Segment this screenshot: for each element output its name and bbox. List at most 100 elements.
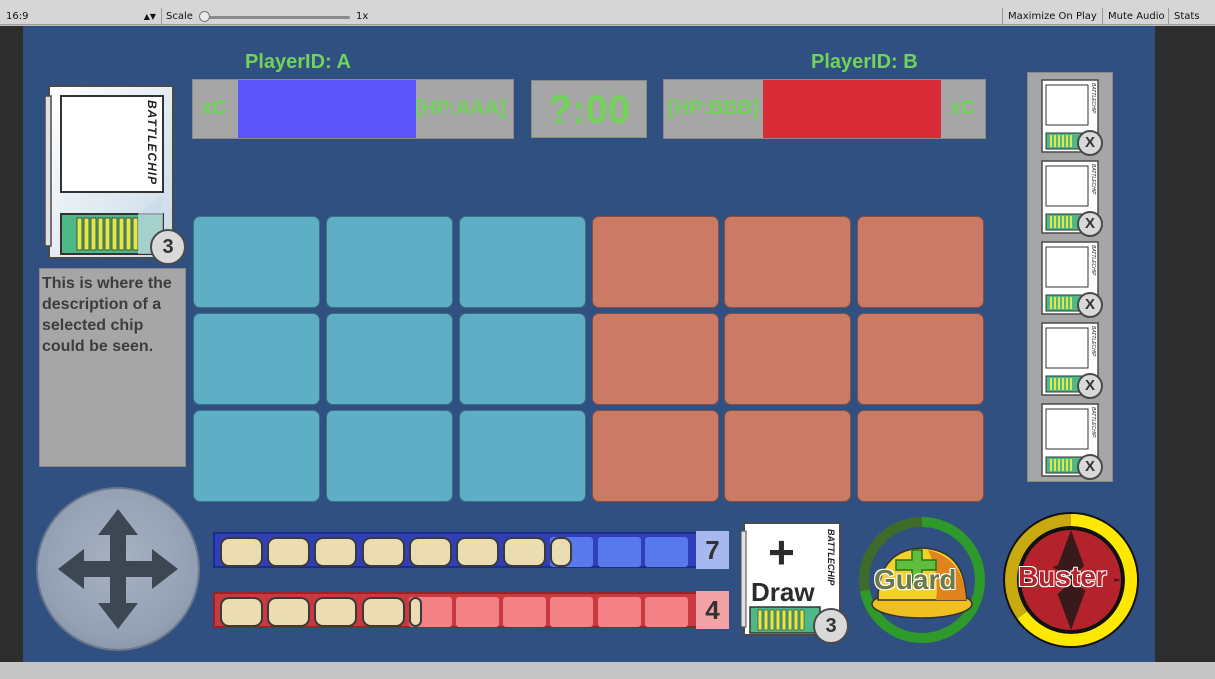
queued-chip-brand-text: BATTLECHIP [1090,83,1096,114]
remove-chip-button[interactable]: X [1077,373,1103,399]
buster-button[interactable]: Buster [1000,509,1142,651]
player-panel-tile[interactable] [459,216,586,308]
aspect-label: 16:9 [6,11,29,22]
player-panel-tile[interactable] [326,410,453,502]
enemy-gauge-partial-fill [408,597,422,627]
player-a-id-label: PlayerID: A [245,51,351,73]
bottom-strip [0,662,1215,679]
enemy-gauge-empty-cell [456,597,499,627]
enemy-gauge-partial-cell [408,597,452,627]
remove-chip-button[interactable]: X [1077,454,1103,480]
player-gauge-empty-cell [644,537,688,567]
player-panel-tile[interactable] [326,216,453,308]
draw-count-badge: 3 [813,608,849,644]
queued-chip-brand-text: BATTLECHIP [1090,164,1096,195]
selected-chip-card[interactable]: BATTLECHIP 3 [43,84,186,265]
remove-chip-button[interactable]: X [1077,211,1103,237]
player-a-hp-bar [238,80,416,138]
enemy-gauge-empty-cell [597,597,641,627]
player-a-xc-label: xC [201,97,227,119]
enemy-panel-tile[interactable] [592,410,719,502]
game-canvas: PlayerID: A PlayerID: B xC [HP:AAA] ?:00… [23,26,1155,662]
enemy-panel-tile[interactable] [724,216,851,308]
enemy-panel-tile[interactable] [724,313,851,405]
player-gauge-filled-cell [408,537,452,567]
player-b-hp-panel: [HP:BBB] xC [663,79,986,139]
enemy-gauge-count: 4 [696,591,729,629]
player-panel-tile[interactable] [326,313,453,405]
right-letterbox [1155,26,1215,662]
player-panel-tile[interactable] [459,313,586,405]
player-panel-tile[interactable] [193,313,320,405]
player-b-xc-label: xC [950,97,976,119]
guard-label: Guard [874,564,957,595]
player-custom-gauge [213,532,725,568]
game-view-toolbar: 16:9 ▲▼ Scale 1x Maximize On Play Mute A… [0,0,1215,25]
enemy-panel-tile[interactable] [857,216,984,308]
dropdown-arrows-icon: ▲▼ [143,12,156,21]
enemy-gauge-filled-cell [361,597,405,627]
move-arrows-icon [58,509,178,629]
queued-chip-brand-text: BATTLECHIP [1090,245,1096,276]
player-gauge-filled-cell [314,537,358,567]
draw-chip-brand-text: BATTLECHIP [826,529,836,586]
round-timer: ?:00 [531,80,647,138]
draw-label: Draw [751,577,815,607]
enemy-custom-gauge [213,592,725,628]
player-panel-tile[interactable] [193,410,320,502]
player-panel-tile[interactable] [459,410,586,502]
chip-brand-text: BATTLECHIP [145,100,159,186]
player-panel-tile[interactable] [193,216,320,308]
queued-chip-brand-text: BATTLECHIP [1090,407,1096,438]
scale-slider-handle[interactable] [199,11,210,22]
player-a-hp-text: [HP:AAA] [415,97,507,119]
player-gauge-partial-cell [550,537,594,567]
player-gauge-empty-cell [597,537,641,567]
movement-joystick[interactable] [36,487,200,651]
queued-chip[interactable]: BATTLECHIP X [1040,403,1103,480]
mute-audio-button[interactable]: Mute Audio [1102,8,1170,25]
guard-button[interactable]: Guard [856,514,988,646]
queued-chip[interactable]: BATTLECHIP X [1040,160,1103,237]
buster-label: Buster [1018,561,1107,592]
enemy-gauge-empty-cell [503,597,547,627]
selected-chip-count-badge: 3 [150,229,186,265]
player-gauge-filled-cell [267,537,311,567]
enemy-gauge-empty-cell [644,597,688,627]
player-gauge-count: 7 [696,531,729,569]
maximize-on-play-button[interactable]: Maximize On Play [1002,8,1102,25]
queued-chip[interactable]: BATTLECHIP X [1040,322,1103,399]
scale-label: Scale [166,11,193,22]
chip-description-box: This is where the description of a selec… [39,268,186,467]
player-b-id-label: PlayerID: B [811,51,918,73]
draw-button[interactable]: BATTLECHIP + Draw 3 [740,521,849,644]
draw-plus-icon: + [768,526,795,578]
enemy-panel-tile[interactable] [857,410,984,502]
unity-game-view: 16:9 ▲▼ Scale 1x Maximize On Play Mute A… [0,0,1215,679]
scale-slider-track[interactable] [200,16,350,19]
player-b-hp-text: [HP:BBB] [668,97,760,119]
remove-chip-button[interactable]: X [1077,130,1103,156]
enemy-gauge-filled-cell [220,597,263,627]
player-b-hp-bar [763,80,941,138]
enemy-gauge-filled-cell [314,597,358,627]
chip-queue-panel: BATTLECHIP X BATTLECHIP X BATTLECHIP X BATTLEC… [1027,72,1113,482]
player-gauge-partial-fill [550,537,573,567]
scale-value: 1x [356,11,369,22]
enemy-gauge-empty-cell [550,597,594,627]
enemy-panel-tile[interactable] [724,410,851,502]
queued-chip[interactable]: BATTLECHIP X [1040,79,1103,156]
queued-chip-brand-text: BATTLECHIP [1090,326,1096,357]
enemy-panel-tile[interactable] [857,313,984,405]
player-gauge-filled-cell [456,537,499,567]
player-gauge-filled-cell [361,537,405,567]
aspect-dropdown[interactable]: 16:9 ▲▼ [0,8,162,25]
queued-chip[interactable]: BATTLECHIP X [1040,241,1103,318]
player-gauge-filled-cell [503,537,547,567]
enemy-panel-tile[interactable] [592,313,719,405]
enemy-panel-tile[interactable] [592,216,719,308]
player-a-hp-panel: xC [HP:AAA] [192,79,514,139]
left-letterbox [0,26,23,662]
remove-chip-button[interactable]: X [1077,292,1103,318]
stats-button[interactable]: Stats [1168,8,1205,25]
